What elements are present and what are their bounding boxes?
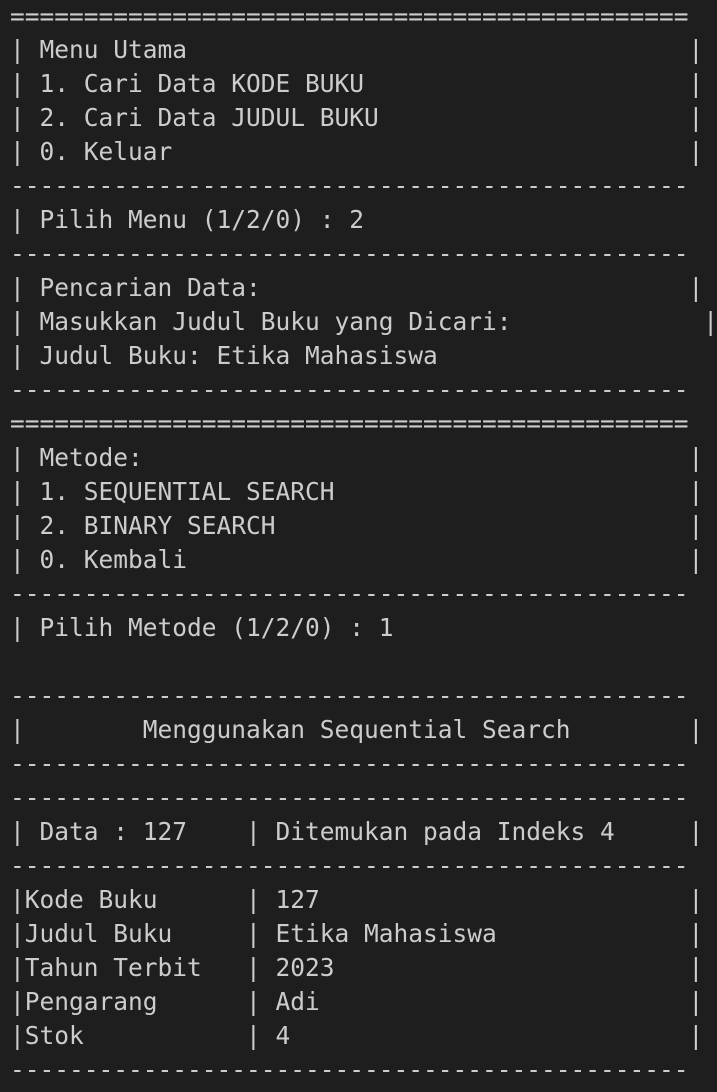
terminal-line: ========================================… bbox=[10, 2, 689, 31]
terminal-line: | 0. Kembali | bbox=[10, 545, 704, 574]
terminal-line: | Judul Buku: Etika Mahasiswa bbox=[10, 341, 438, 370]
terminal-line: ----------------------------------------… bbox=[10, 171, 689, 200]
terminal-line: ========================================… bbox=[10, 409, 689, 438]
terminal-line: |Pengarang | Adi | bbox=[10, 987, 704, 1016]
terminal-line: |Tahun Terbit | 2023 | bbox=[10, 953, 704, 982]
terminal-line: | Data : 127 | Ditemukan pada Indeks 4 | bbox=[10, 817, 704, 846]
terminal-line: |Stok | 4 | bbox=[10, 1021, 704, 1050]
terminal-line: ----------------------------------------… bbox=[10, 851, 689, 880]
terminal-line: | 1. Cari Data KODE BUKU | bbox=[10, 69, 704, 98]
terminal-line: | Metode: | bbox=[10, 443, 704, 472]
terminal-line: ----------------------------------------… bbox=[10, 681, 689, 710]
terminal-line: | Menu Utama | bbox=[10, 35, 704, 64]
terminal-line: | 2. Cari Data JUDUL BUKU | bbox=[10, 103, 704, 132]
terminal-line: | 0. Keluar | bbox=[10, 137, 704, 166]
terminal-line: ----------------------------------------… bbox=[10, 375, 689, 404]
terminal-output: ========================================… bbox=[10, 0, 717, 1092]
terminal-line: | Menggunakan Sequential Search | bbox=[10, 715, 704, 744]
terminal-line: ----------------------------------------… bbox=[10, 749, 689, 778]
terminal-line: ----------------------------------------… bbox=[10, 1055, 689, 1084]
terminal-line: | Pilih Menu (1/2/0) : 2 bbox=[10, 205, 365, 234]
terminal-line: ----------------------------------------… bbox=[10, 783, 689, 812]
terminal-line: | Pilih Metode (1/2/0) : 1 bbox=[10, 613, 394, 642]
terminal-line: | Pencarian Data: | bbox=[10, 273, 704, 302]
terminal-line: ----------------------------------------… bbox=[10, 239, 689, 268]
terminal-line: |Kode Buku | 127 | bbox=[10, 885, 704, 914]
terminal-line: | Masukkan Judul Buku yang Dicari: | bbox=[10, 307, 717, 336]
terminal-line: | 1. SEQUENTIAL SEARCH | bbox=[10, 477, 704, 506]
terminal-line: | 2. BINARY SEARCH | bbox=[10, 511, 704, 540]
terminal-line: ----------------------------------------… bbox=[10, 579, 689, 608]
terminal-line: |Judul Buku | Etika Mahasiswa | bbox=[10, 919, 704, 948]
